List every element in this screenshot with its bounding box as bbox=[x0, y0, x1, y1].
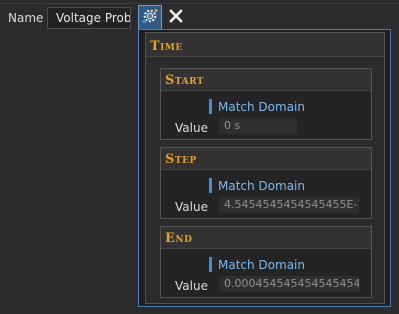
start-match-domain[interactable]: Match Domain bbox=[209, 99, 305, 114]
start-value-label: Value bbox=[175, 121, 208, 135]
start-match-indicator bbox=[209, 99, 212, 114]
step-value-label: Value bbox=[175, 200, 208, 214]
time-section-title: Time bbox=[150, 39, 183, 54]
end-value-label: Value bbox=[175, 279, 208, 293]
end-value-field[interactable]: 0.0004545454545454545 s bbox=[219, 276, 359, 292]
time-settings-popup: Time Start Match Domain Value 0 s Step M… bbox=[138, 29, 391, 307]
start-title: Start bbox=[165, 73, 205, 88]
start-header: Start bbox=[161, 69, 371, 91]
start-group: Start Match Domain Value 0 s bbox=[160, 68, 372, 140]
close-icon bbox=[169, 8, 183, 26]
step-header: Step bbox=[161, 148, 371, 170]
settings-button[interactable] bbox=[138, 5, 162, 29]
step-match-label: Match Domain bbox=[218, 178, 305, 193]
end-header: End bbox=[161, 227, 371, 249]
start-match-label: Match Domain bbox=[218, 99, 305, 114]
step-group: Step Match Domain Value 4.54545454545454… bbox=[160, 147, 372, 219]
end-match-indicator bbox=[209, 257, 212, 272]
top-divider bbox=[0, 3, 399, 4]
step-match-indicator bbox=[209, 178, 212, 193]
name-input[interactable] bbox=[47, 7, 131, 29]
settings-cog-icon bbox=[141, 7, 159, 28]
time-section-header: Time bbox=[146, 33, 384, 57]
time-section: Time Start Match Domain Value 0 s Step M… bbox=[145, 32, 385, 304]
end-match-label: Match Domain bbox=[218, 257, 305, 272]
start-value-field[interactable]: 0 s bbox=[219, 118, 297, 134]
name-label: Name bbox=[8, 11, 44, 25]
step-value-field[interactable]: 4.5454545454545455E-10 s bbox=[219, 197, 359, 213]
end-title: End bbox=[165, 231, 193, 246]
end-match-domain[interactable]: Match Domain bbox=[209, 257, 305, 272]
step-match-domain[interactable]: Match Domain bbox=[209, 178, 305, 193]
step-title: Step bbox=[165, 152, 197, 167]
end-group: End Match Domain Value 0.000454545454545… bbox=[160, 226, 372, 298]
close-button[interactable] bbox=[166, 7, 186, 27]
